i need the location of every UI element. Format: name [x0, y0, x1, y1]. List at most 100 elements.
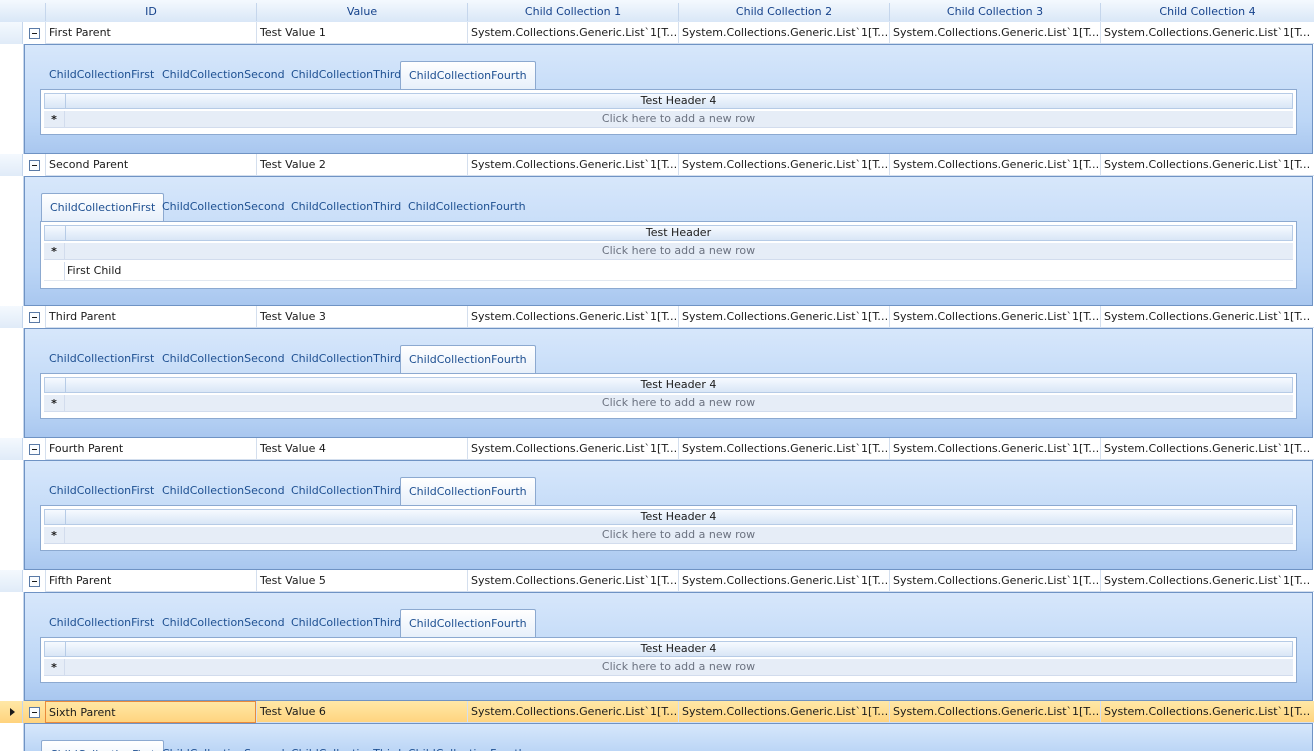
tab-childcollectionfirst[interactable]: ChildCollectionFirst	[41, 345, 162, 372]
cell-child-collection-2[interactable]: System.Collections.Generic.List`1[Teleri…	[678, 701, 889, 723]
collapse-icon[interactable]	[29, 444, 40, 455]
tab-childcollectionthird[interactable]: ChildCollectionThird	[283, 609, 409, 636]
parent-row-4[interactable]: Fourth Parent Test Value 4 System.Collec…	[0, 438, 1314, 460]
cell-value[interactable]: Test Value 2	[256, 154, 467, 176]
tab-childcollectionsecond[interactable]: ChildCollectionSecond	[154, 740, 293, 751]
child-grid-header: Test Header	[44, 225, 1293, 241]
tab-childcollectionsecond[interactable]: ChildCollectionSecond	[154, 609, 293, 636]
child-row[interactable]: First Child	[44, 262, 1293, 281]
cell-child-collection-3[interactable]: System.Collections.Generic.List`1[Teleri…	[889, 438, 1100, 460]
tab-childcollectionsecond[interactable]: ChildCollectionSecond	[154, 193, 293, 220]
row-header[interactable]	[0, 306, 23, 328]
cell-value[interactable]: Test Value 5	[256, 570, 467, 592]
tab-childcollectionfourth[interactable]: ChildCollectionFourth	[400, 193, 534, 220]
cell-child-collection-3[interactable]: System.Collections.Generic.List`1[Teleri…	[889, 570, 1100, 592]
column-header-child-collection-4[interactable]: Child Collection 4	[1100, 3, 1314, 21]
cell-child-collection-1[interactable]: System.Collections.Generic.List`1[Teleri…	[467, 306, 678, 328]
cell-id[interactable]: Second Parent	[45, 154, 256, 176]
tab-childcollectionfourth[interactable]: ChildCollectionFourth	[400, 345, 536, 374]
child-row-header[interactable]	[44, 262, 65, 280]
tab-childcollectionthird[interactable]: ChildCollectionThird	[283, 740, 409, 751]
tab-childcollectionsecond[interactable]: ChildCollectionSecond	[154, 61, 293, 88]
tab-childcollectionfirst[interactable]: ChildCollectionFirst	[41, 609, 162, 636]
collapse-icon[interactable]	[29, 160, 40, 171]
cell-id[interactable]: Sixth Parent	[45, 701, 256, 723]
collapse-icon[interactable]	[29, 576, 40, 587]
cell-child-collection-4[interactable]: System.Collections.Generic.List`1[Teleri…	[1100, 306, 1314, 328]
tab-childcollectionthird[interactable]: ChildCollectionThird	[283, 345, 409, 372]
tab-childcollectionfourth[interactable]: ChildCollectionFourth	[400, 477, 536, 506]
cell-child-collection-2[interactable]: System.Collections.Generic.List`1[Teleri…	[678, 306, 889, 328]
tab-childcollectionsecond[interactable]: ChildCollectionSecond	[154, 345, 293, 372]
tab-childcollectionsecond[interactable]: ChildCollectionSecond	[154, 477, 293, 504]
cell-child-collection-3[interactable]: System.Collections.Generic.List`1[Teleri…	[889, 22, 1100, 44]
child-column-header[interactable]: Test Header 4	[65, 510, 1292, 524]
tab-childcollectionfirst[interactable]: ChildCollectionFirst	[41, 61, 162, 88]
cell-value[interactable]: Test Value 6	[256, 701, 467, 723]
tab-childcollectionfirst[interactable]: ChildCollectionFirst	[41, 740, 165, 751]
child-column-header[interactable]: Test Header 4	[65, 378, 1292, 392]
cell-id[interactable]: Fourth Parent	[45, 438, 256, 460]
parent-row-3[interactable]: Third Parent Test Value 3 System.Collect…	[0, 306, 1314, 328]
cell-child-collection-4[interactable]: System.Collections.Generic.List`1[Teleri…	[1100, 701, 1314, 723]
tab-childcollectionfourth[interactable]: ChildCollectionFourth	[400, 740, 534, 751]
cell-id[interactable]: Third Parent	[45, 306, 256, 328]
column-header-child-collection-3[interactable]: Child Collection 3	[889, 3, 1100, 21]
cell-id[interactable]: Fifth Parent	[45, 570, 256, 592]
cell-child-collection-4[interactable]: System.Collections.Generic.List`1[Teleri…	[1100, 154, 1314, 176]
cell-value[interactable]: Test Value 1	[256, 22, 467, 44]
tab-childcollectionfirst[interactable]: ChildCollectionFirst	[41, 477, 162, 504]
add-new-row[interactable]: * Click here to add a new row	[44, 659, 1293, 676]
column-header-id[interactable]: ID	[45, 3, 256, 21]
add-new-row[interactable]: * Click here to add a new row	[44, 111, 1293, 128]
collapse-icon[interactable]	[29, 312, 40, 323]
child-cell[interactable]: First Child	[67, 262, 121, 280]
row-header[interactable]	[0, 438, 23, 460]
cell-child-collection-2[interactable]: System.Collections.Generic.List`1[Teleri…	[678, 154, 889, 176]
cell-child-collection-4[interactable]: System.Collections.Generic.List`1[Teleri…	[1100, 570, 1314, 592]
row-header[interactable]	[0, 22, 23, 44]
add-new-row[interactable]: * Click here to add a new row	[44, 243, 1293, 260]
cell-value[interactable]: Test Value 4	[256, 438, 467, 460]
parent-row-2[interactable]: Second Parent Test Value 2 System.Collec…	[0, 154, 1314, 176]
tab-childcollectionthird[interactable]: ChildCollectionThird	[283, 61, 409, 88]
cell-child-collection-3[interactable]: System.Collections.Generic.List`1[Teleri…	[889, 306, 1100, 328]
column-header-value[interactable]: Value	[256, 3, 467, 21]
parent-row-6[interactable]: Sixth Parent Test Value 6 System.Collect…	[0, 701, 1314, 723]
cell-child-collection-1[interactable]: System.Collections.Generic.List`1[Teleri…	[467, 154, 678, 176]
child-column-header[interactable]: Test Header 4	[65, 94, 1292, 108]
column-header-child-collection-2[interactable]: Child Collection 2	[678, 3, 889, 21]
parent-row-1[interactable]: First Parent Test Value 1 System.Collect…	[0, 22, 1314, 44]
child-column-header[interactable]: Test Header 4	[65, 642, 1292, 656]
tab-childcollectionfourth[interactable]: ChildCollectionFourth	[400, 61, 536, 90]
row-header[interactable]	[0, 570, 23, 592]
cell-child-collection-4[interactable]: System.Collections.Generic.List`1[Teleri…	[1100, 438, 1314, 460]
column-header-child-collection-1[interactable]: Child Collection 1	[467, 3, 678, 21]
tab-childcollectionfirst[interactable]: ChildCollectionFirst	[41, 193, 165, 222]
cell-id[interactable]: First Parent	[45, 22, 256, 44]
cell-child-collection-3[interactable]: System.Collections.Generic.List`1[Teleri…	[889, 701, 1100, 723]
new-row-asterisk-icon: *	[44, 243, 65, 259]
cell-child-collection-1[interactable]: System.Collections.Generic.List`1[Teleri…	[467, 701, 678, 723]
tab-childcollectionthird[interactable]: ChildCollectionThird	[283, 193, 409, 220]
cell-value[interactable]: Test Value 3	[256, 306, 467, 328]
cell-child-collection-1[interactable]: System.Collections.Generic.List`1[Teleri…	[467, 22, 678, 44]
cell-child-collection-2[interactable]: System.Collections.Generic.List`1[Teleri…	[678, 570, 889, 592]
add-new-row[interactable]: * Click here to add a new row	[44, 395, 1293, 412]
child-grid-header: Test Header 4	[44, 93, 1293, 109]
collapse-icon[interactable]	[29, 28, 40, 39]
row-header[interactable]	[0, 701, 23, 723]
cell-child-collection-1[interactable]: System.Collections.Generic.List`1[Teleri…	[467, 570, 678, 592]
cell-child-collection-3[interactable]: System.Collections.Generic.List`1[Teleri…	[889, 154, 1100, 176]
cell-child-collection-4[interactable]: System.Collections.Generic.List`1[Teleri…	[1100, 22, 1314, 44]
tab-childcollectionthird[interactable]: ChildCollectionThird	[283, 477, 409, 504]
cell-child-collection-2[interactable]: System.Collections.Generic.List`1[Teleri…	[678, 22, 889, 44]
child-column-header[interactable]: Test Header	[65, 226, 1292, 240]
parent-row-5[interactable]: Fifth Parent Test Value 5 System.Collect…	[0, 570, 1314, 592]
cell-child-collection-1[interactable]: System.Collections.Generic.List`1[Teleri…	[467, 438, 678, 460]
collapse-icon[interactable]	[29, 707, 40, 718]
tab-childcollectionfourth[interactable]: ChildCollectionFourth	[400, 609, 536, 638]
add-new-row[interactable]: * Click here to add a new row	[44, 527, 1293, 544]
row-header[interactable]	[0, 154, 23, 176]
cell-child-collection-2[interactable]: System.Collections.Generic.List`1[Teleri…	[678, 438, 889, 460]
